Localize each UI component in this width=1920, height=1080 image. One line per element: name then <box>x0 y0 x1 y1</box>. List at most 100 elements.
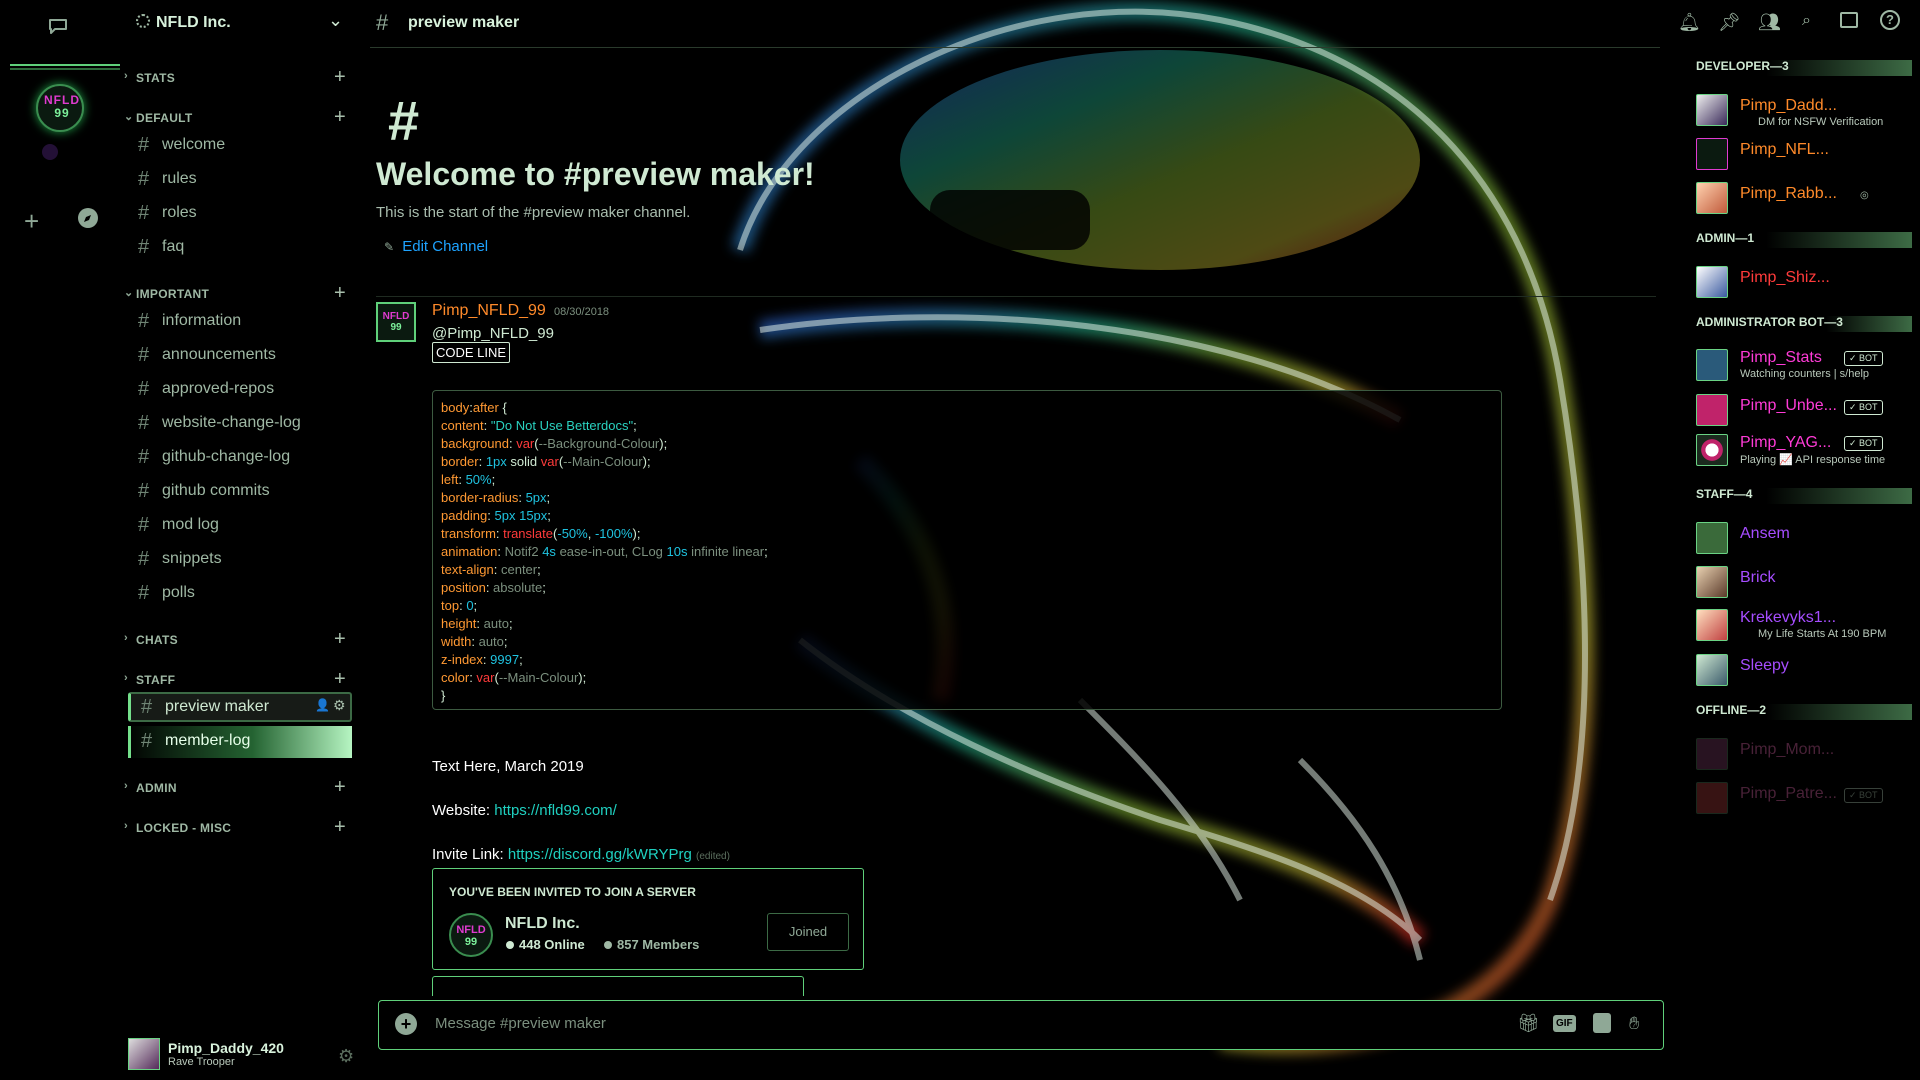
bot-badge: ✓ BOT <box>1844 436 1883 451</box>
member-status: Playing 📈 API response time <box>1740 454 1886 466</box>
member-item[interactable]: Brick <box>1696 562 1920 602</box>
caret-right-icon: › <box>124 672 128 684</box>
category-staff[interactable]: › STAFF + <box>122 668 358 691</box>
invite-label: Invite Link: <box>432 846 504 863</box>
channel-polls[interactable]: # polls <box>128 578 352 608</box>
add-channel-icon[interactable]: + <box>334 282 346 305</box>
server-icon-blurred[interactable] <box>42 144 58 160</box>
gif-icon[interactable]: GIF <box>1553 1015 1576 1032</box>
member-item[interactable]: Pimp_Stats ✓ BOT Watching counters | s/hel… <box>1696 345 1920 385</box>
members-count: 857 Members <box>617 937 700 952</box>
channel-preview-maker[interactable]: # preview maker 👤 ⚙ <box>128 692 352 722</box>
member-item[interactable]: Pimp_Patre... ✓ BOT <box>1696 778 1920 818</box>
category-label: DEFAULT <box>136 111 193 125</box>
channel-roles[interactable]: # roles <box>128 198 352 228</box>
member-name: Brick <box>1740 569 1776 586</box>
member-item[interactable]: Pimp_Unbe... ✓ BOT <box>1696 390 1920 430</box>
member-item[interactable]: Pimp_Dadd... DM for NSFW Verification <box>1696 90 1920 130</box>
emoji-hand-icon[interactable]: ✋︎ <box>1629 1013 1639 1034</box>
code-line: } <box>441 688 446 703</box>
member-item[interactable]: Pimp_Shiz... <box>1696 262 1920 302</box>
add-server-icon[interactable]: + <box>24 206 39 237</box>
add-channel-icon[interactable]: + <box>334 668 346 691</box>
channel-member-log[interactable]: # member-log <box>128 726 352 758</box>
category-default[interactable]: ⌄ DEFAULT + <box>122 106 358 129</box>
category-locked-misc[interactable]: › LOCKED - MISC + <box>122 816 358 839</box>
message-composer[interactable]: + Message #preview maker 🎁︎ GIF ✋︎ <box>378 1000 1664 1050</box>
invite-link[interactable]: https://discord.gg/kWRYPrg <box>508 846 692 863</box>
mention[interactable]: @Pimp_NFLD_99 <box>432 325 554 342</box>
channel-rules[interactable]: # rules <box>128 164 352 194</box>
group-label: DEVELOPER—3 <box>1696 59 1789 73</box>
channel-label: github-change-log <box>162 448 291 465</box>
channel-information[interactable]: # information <box>128 306 352 336</box>
member-name: Pimp_NFL... <box>1740 141 1829 158</box>
user-settings-gear-icon[interactable]: ⚙ <box>338 1046 354 1067</box>
hash-icon: # <box>138 344 150 366</box>
channel-welcome[interactable]: # welcome <box>128 130 352 160</box>
channel-faq[interactable]: # faq <box>128 232 352 262</box>
group-bar <box>1766 488 1912 504</box>
member-name: Pimp_Mom... <box>1740 741 1835 758</box>
add-channel-icon[interactable]: + <box>334 628 346 651</box>
sticker-icon[interactable] <box>1593 1013 1611 1033</box>
channel-label: information <box>162 312 242 329</box>
invite-member-icon[interactable]: 👤 <box>315 698 330 712</box>
category-stats[interactable]: › STATS + <box>122 66 358 89</box>
group-label: ADMINISTRATOR BOT—3 <box>1696 315 1843 329</box>
category-chats[interactable]: › CHATS + <box>122 628 358 651</box>
category-admin[interactable]: › ADMIN + <box>122 776 358 799</box>
channel-label: github commits <box>162 482 270 499</box>
user-status: Rave Trooper <box>168 1056 235 1068</box>
member-group-developer: DEVELOPER—3 <box>1696 56 1920 76</box>
channel-mod-log[interactable]: # mod log <box>128 510 352 540</box>
channel-github-change-log[interactable]: # github-change-log <box>128 442 352 472</box>
edit-channel-link[interactable]: ✎ Edit Channel <box>384 238 488 255</box>
channel-approved-repos[interactable]: # approved-repos <box>128 374 352 404</box>
channel-label: approved-repos <box>162 380 275 397</box>
channel-github-commits[interactable]: # github commits <box>128 476 352 506</box>
server-icon-nfld[interactable]: NFLD 99 <box>36 84 84 132</box>
explore-icon[interactable] <box>78 208 98 228</box>
add-channel-icon[interactable]: + <box>334 776 346 799</box>
group-label: STAFF—4 <box>1696 487 1753 501</box>
invite-server-icon[interactable]: NFLD 99 <box>449 913 493 957</box>
member-name: Krekevyks1... <box>1740 609 1837 626</box>
channel-label: welcome <box>162 136 226 153</box>
invite-line: Invite Link: https://discord.gg/kWRYPrg … <box>432 846 730 863</box>
user-name: Pimp_Daddy_420 <box>168 1040 284 1056</box>
member-item[interactable]: Pimp_Rabb... ◎ <box>1696 178 1920 218</box>
category-label: CHATS <box>136 633 178 647</box>
channel-snippets[interactable]: # snippets <box>128 544 352 574</box>
avatar <box>1696 94 1728 126</box>
channel-website-change-log[interactable]: # website-change-log <box>128 408 352 438</box>
gift-icon[interactable]: 🎁︎ <box>1517 1013 1540 1034</box>
channel-label: website-change-log <box>162 414 301 431</box>
message-input[interactable]: Message #preview maker <box>435 1015 606 1032</box>
add-channel-icon[interactable]: + <box>334 106 346 129</box>
message-avatar[interactable]: NFLD 99 <box>376 302 416 342</box>
code-block[interactable]: body:after { content: "Do Not Use Better… <box>432 390 1502 710</box>
website-label: Website: <box>432 802 491 819</box>
member-item[interactable]: Pimp_NFL... <box>1696 134 1920 174</box>
channel-announcements[interactable]: # announcements <box>128 340 352 370</box>
gear-icon[interactable]: ⚙ <box>333 697 346 714</box>
chevron-down-icon[interactable]: ⌄ <box>328 10 343 31</box>
joined-button[interactable]: Joined <box>767 913 849 951</box>
channel-label: faq <box>162 238 185 255</box>
server-header[interactable]: NFLD Inc. ⌄ <box>122 0 358 46</box>
member-group-staff: STAFF—4 <box>1696 484 1920 504</box>
member-item[interactable]: Pimp_Mom... <box>1696 734 1920 774</box>
member-item[interactable]: Krekevyks1... My Life Starts At 190 BPM <box>1696 605 1920 645</box>
direct-messages-icon[interactable] <box>46 14 70 38</box>
add-channel-icon[interactable]: + <box>334 816 346 839</box>
member-item[interactable]: Sleepy <box>1696 650 1920 690</box>
avatar[interactable] <box>128 1038 160 1070</box>
message-author[interactable]: Pimp_NFLD_99 <box>432 302 546 320</box>
website-link[interactable]: https://nfld99.com/ <box>494 802 617 819</box>
member-item[interactable]: Pimp_YAG... ✓ BOT Playing 📈 API response t… <box>1696 430 1920 470</box>
member-item[interactable]: Ansem <box>1696 518 1920 558</box>
add-channel-icon[interactable]: + <box>334 66 346 89</box>
category-important[interactable]: ⌄ IMPORTANT + <box>122 282 358 305</box>
upload-plus-icon[interactable]: + <box>395 1013 417 1035</box>
